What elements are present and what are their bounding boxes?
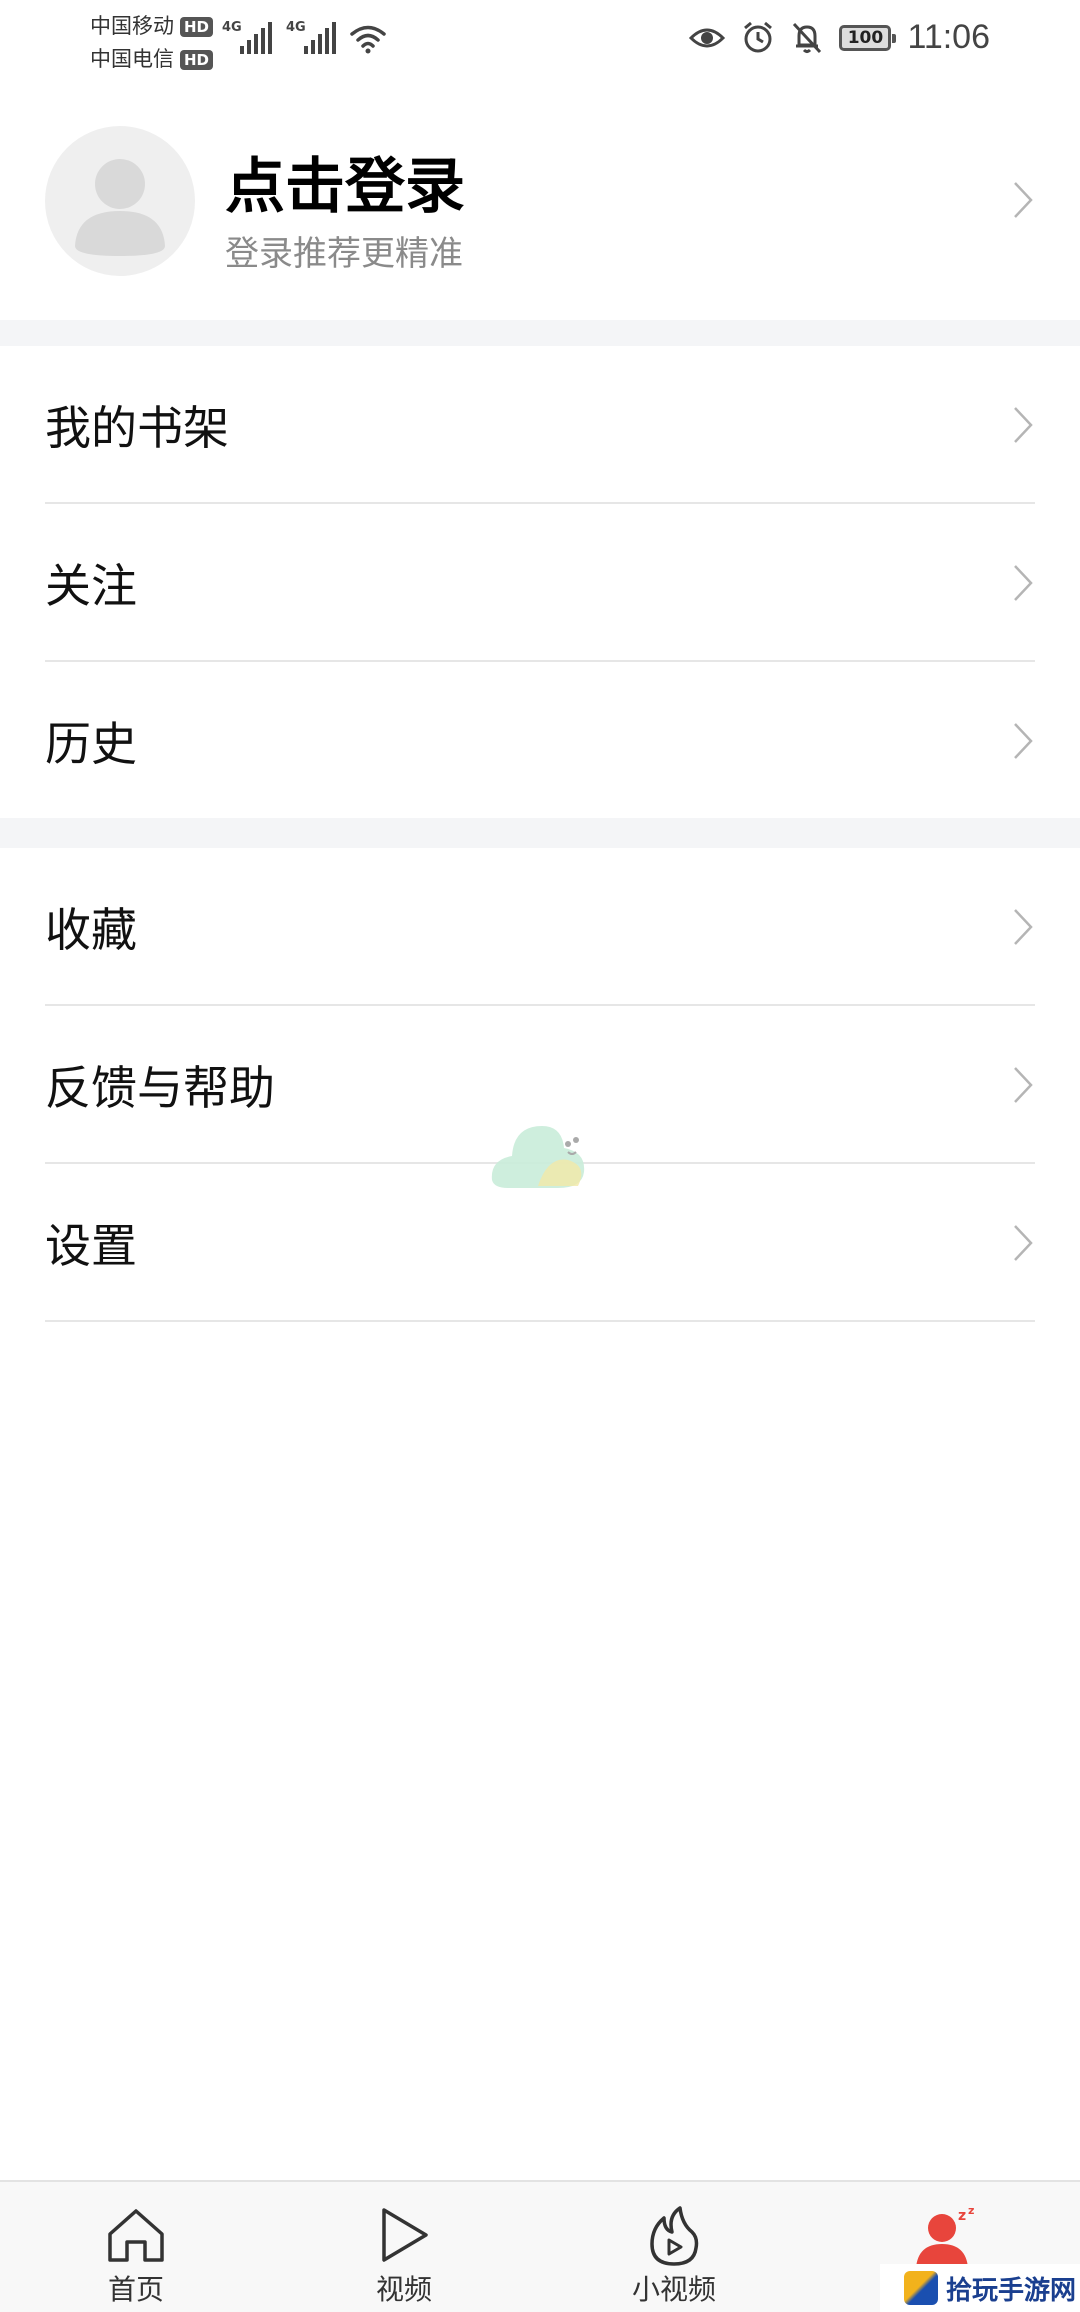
brand-watermark: 拾玩手游网 xyxy=(880,2264,1080,2312)
chevron-right-icon xyxy=(1014,1067,1033,1103)
menu-item-favorites[interactable]: 收藏 xyxy=(0,848,1080,1006)
menu-item-bookshelf[interactable]: 我的书架 xyxy=(0,346,1080,504)
menu-item-label: 反馈与帮助 xyxy=(45,1061,275,1115)
status-icons-right: 100 11:06 xyxy=(689,18,990,57)
hd-badge: HD xyxy=(180,16,214,37)
menu-item-label: 我的书架 xyxy=(45,401,229,455)
nav-short-video[interactable]: 小视频 xyxy=(574,2182,774,2312)
chevron-right-icon xyxy=(1014,565,1033,601)
hd-badge: HD xyxy=(180,49,214,70)
alarm-icon xyxy=(744,21,773,52)
status-bar: 中国移动 HD 中国电信 HD 4G 4G 100 11:06 xyxy=(0,0,1080,80)
chevron-right-icon xyxy=(1014,723,1033,759)
menu-item-history[interactable]: 历史 xyxy=(0,662,1080,820)
brand-logo-icon xyxy=(904,2271,938,2305)
signal-icon: 4G xyxy=(222,20,272,54)
menu-item-label: 收藏 xyxy=(45,903,137,957)
flame-play-icon xyxy=(650,2206,699,2266)
chevron-right-icon xyxy=(1014,1225,1033,1261)
divider xyxy=(45,1320,1035,1322)
network-type: 4G xyxy=(222,20,242,35)
nav-label: 视频 xyxy=(375,2273,432,2306)
menu-item-follow[interactable]: 关注 xyxy=(0,504,1080,662)
chevron-right-icon xyxy=(1014,909,1033,945)
network-type: 4G xyxy=(286,20,306,35)
eye-icon xyxy=(689,28,726,47)
login-subtitle: 登录推荐更精准 xyxy=(225,234,463,274)
mute-bell-icon xyxy=(793,22,822,53)
nav-label: 首页 xyxy=(107,2273,164,2306)
home-icon xyxy=(108,2209,164,2262)
mascot-watermark-icon xyxy=(491,1126,585,1188)
profile-sleep-icon: z z xyxy=(916,2206,974,2268)
wifi-icon xyxy=(350,25,386,54)
section-divider xyxy=(0,320,1080,346)
carrier-info: 中国移动 HD 中国电信 HD xyxy=(90,10,214,76)
signal-icon: 4G xyxy=(286,20,336,54)
clock: 11:06 xyxy=(907,18,990,56)
login-title[interactable]: 点击登录 xyxy=(225,138,465,225)
menu-item-label: 设置 xyxy=(45,1219,137,1273)
avatar[interactable] xyxy=(45,126,195,276)
default-avatar-icon xyxy=(75,159,165,256)
section-divider xyxy=(0,818,1080,848)
play-icon xyxy=(382,2208,428,2262)
login-header[interactable]: 点击登录 登录推荐更精准 xyxy=(0,110,1080,320)
nav-video[interactable]: 视频 xyxy=(304,2182,504,2312)
nav-home[interactable]: 首页 xyxy=(36,2182,236,2312)
carrier-name-2: 中国电信 xyxy=(90,47,174,71)
chevron-right-icon xyxy=(1014,182,1033,218)
nav-label: 小视频 xyxy=(631,2273,716,2306)
chevron-right-icon xyxy=(1014,407,1033,443)
menu-item-label: 历史 xyxy=(45,717,137,771)
battery-icon: 100 xyxy=(839,24,897,51)
carrier-name-1: 中国移动 xyxy=(90,14,174,38)
menu-item-label: 关注 xyxy=(45,559,137,613)
brand-text: 拾玩手游网 xyxy=(946,2275,1077,2306)
svg-text:z: z xyxy=(958,2208,966,2224)
svg-text:z: z xyxy=(968,2206,974,2217)
network-icons: 4G 4G xyxy=(222,20,386,54)
